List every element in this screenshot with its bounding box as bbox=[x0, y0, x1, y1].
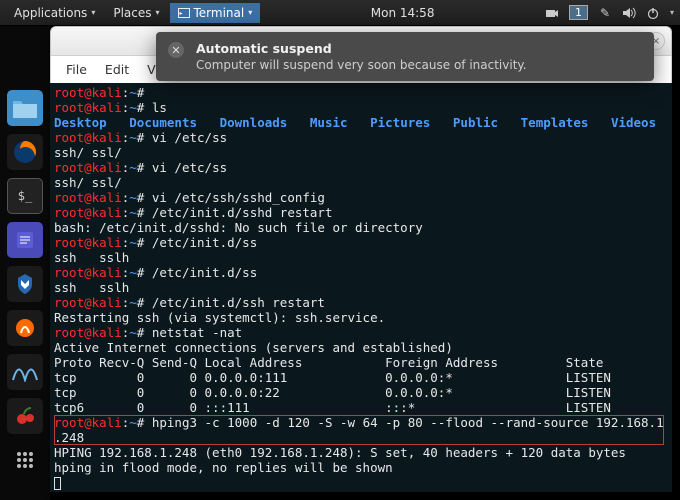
applications-label: Applications bbox=[14, 6, 87, 20]
dock: $_ bbox=[0, 26, 50, 500]
terminal-line: tcp 0 0 0.0.0.0:22 0.0.0.0:* LISTEN bbox=[54, 385, 668, 400]
terminal-line: root@kali:~# /etc/init.d/ssh restart bbox=[54, 295, 668, 310]
chevron-down-icon: ▾ bbox=[248, 8, 252, 17]
terminal-line: tcp 0 0 0.0.0.0:111 0.0.0.0:* LISTEN bbox=[54, 370, 668, 385]
terminal-line: Active Internet connections (servers and… bbox=[54, 340, 668, 355]
files-icon[interactable] bbox=[7, 90, 43, 126]
clock[interactable]: Mon 14:58 bbox=[260, 6, 545, 20]
top-panel: Applications ▾ Places ▾ ▸ Terminal ▾ Mon… bbox=[0, 0, 680, 26]
info-icon: ✕ bbox=[168, 42, 184, 58]
terminal-line: tcp6 0 0 :::111 :::* LISTEN bbox=[54, 400, 668, 415]
terminal-line: root@kali:~# vi /etc/ss bbox=[54, 160, 668, 175]
terminal-line: Desktop Documents Downloads Music Pictur… bbox=[54, 115, 668, 130]
terminal-line: HPING 192.168.1.248 (eth0 192.168.1.248)… bbox=[54, 445, 668, 460]
firefox-icon[interactable] bbox=[7, 134, 43, 170]
terminal-cursor-line bbox=[54, 475, 668, 490]
terminal-line: Restarting ssh (via systemctl): ssh.serv… bbox=[54, 310, 668, 325]
terminal-line: ssh/ ssl/ bbox=[54, 145, 668, 160]
terminal-line: root@kali:~# bbox=[54, 85, 668, 100]
menu-edit[interactable]: Edit bbox=[96, 58, 138, 81]
terminal-line: root@kali:~# ls bbox=[54, 100, 668, 115]
terminal-line: root@kali:~# vi /etc/ssh/sshd_config bbox=[54, 190, 668, 205]
power-icon[interactable] bbox=[646, 6, 660, 20]
terminal-line: root@kali:~# /etc/init.d/ss bbox=[54, 235, 668, 250]
terminal-line: root@kali:~# /etc/init.d/sshd restart bbox=[54, 205, 668, 220]
chevron-down-icon: ▾ bbox=[91, 8, 95, 17]
terminal-line: ssh/ ssl/ bbox=[54, 175, 668, 190]
volume-icon[interactable] bbox=[622, 6, 636, 20]
terminal-menu-label: Terminal bbox=[194, 6, 245, 20]
terminal-app-icon[interactable]: $_ bbox=[7, 178, 43, 214]
terminal-content[interactable]: root@kali:~# root@kali:~# lsDesktop Docu… bbox=[50, 83, 672, 492]
terminal-line: root@kali:~# netstat -nat bbox=[54, 325, 668, 340]
terminal-icon: ▸ bbox=[178, 8, 190, 18]
chevron-down-icon[interactable]: ▾ bbox=[670, 8, 674, 17]
notification-popup[interactable]: ✕ Automatic suspend Computer will suspen… bbox=[156, 32, 654, 81]
cherrytree-icon[interactable] bbox=[7, 398, 43, 434]
places-menu[interactable]: Places ▾ bbox=[105, 3, 167, 23]
terminal-line: root@kali:~# hping3 -c 1000 -d 120 -S -w… bbox=[54, 415, 668, 430]
terminal-window: – ▫ × File Edit View root@kali:~# root@k… bbox=[50, 26, 672, 492]
terminal-line: .248 bbox=[54, 430, 668, 445]
text-editor-icon[interactable] bbox=[7, 222, 43, 258]
show-apps-icon[interactable] bbox=[7, 442, 43, 478]
terminal-menu[interactable]: ▸ Terminal ▾ bbox=[170, 3, 261, 23]
metasploit-icon[interactable] bbox=[7, 266, 43, 302]
terminal-line: Proto Recv-Q Send-Q Local Address Foreig… bbox=[54, 355, 668, 370]
terminal-line: root@kali:~# vi /etc/ss bbox=[54, 130, 668, 145]
notification-body: Computer will suspend very soon because … bbox=[196, 58, 527, 72]
places-label: Places bbox=[113, 6, 151, 20]
theme-icon[interactable]: ✎ bbox=[598, 6, 612, 20]
applications-menu[interactable]: Applications ▾ bbox=[6, 3, 103, 23]
burpsuite-icon[interactable] bbox=[7, 310, 43, 346]
workspace-indicator[interactable]: 1 bbox=[569, 5, 588, 20]
terminal-line: bash: /etc/init.d/sshd: No such file or … bbox=[54, 220, 668, 235]
chevron-down-icon: ▾ bbox=[155, 8, 159, 17]
camera-icon[interactable] bbox=[545, 6, 559, 20]
terminal-line: hping in flood mode, no replies will be … bbox=[54, 460, 668, 475]
wireshark-icon[interactable] bbox=[7, 354, 43, 390]
terminal-line: ssh sslh bbox=[54, 280, 668, 295]
menu-file[interactable]: File bbox=[57, 58, 96, 81]
notification-title: Automatic suspend bbox=[196, 41, 527, 56]
terminal-line: ssh sslh bbox=[54, 250, 668, 265]
terminal-line: root@kali:~# /etc/init.d/ss bbox=[54, 265, 668, 280]
